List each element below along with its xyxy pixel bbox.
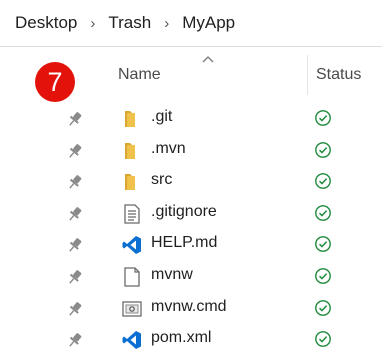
breadcrumb: Desktop › Trash › MyApp <box>0 0 382 47</box>
sync-status-check-icon <box>314 109 332 127</box>
file-name: .gitignore <box>151 202 217 220</box>
vscode-icon <box>121 234 143 256</box>
sync-status-check-icon <box>314 204 332 222</box>
breadcrumb-trash[interactable]: Trash <box>108 13 151 33</box>
folder-icon <box>121 140 143 162</box>
file-row[interactable]: HELP.md <box>0 231 382 262</box>
file-row[interactable]: .gitignore <box>0 200 382 231</box>
step-number-badge: 7 <box>35 62 75 102</box>
pin-icon[interactable] <box>66 236 84 254</box>
file-name: .mvn <box>151 139 186 157</box>
sync-status-check-icon <box>314 141 332 159</box>
column-header-status[interactable]: Status <box>316 66 361 84</box>
pin-icon[interactable] <box>66 173 84 191</box>
file-name: .git <box>151 108 173 125</box>
column-header-name[interactable]: Name <box>118 66 161 84</box>
pin-icon[interactable] <box>66 205 84 223</box>
file-name: mvnw.cmd <box>151 297 227 315</box>
pin-icon[interactable] <box>66 268 84 286</box>
file-row[interactable]: .mvn <box>0 137 382 168</box>
sync-status-check-icon <box>314 235 332 253</box>
sync-status-check-icon <box>314 267 332 285</box>
file-row[interactable]: src <box>0 168 382 199</box>
blank-file-icon <box>121 266 143 288</box>
file-name: HELP.md <box>151 234 218 252</box>
cmd-file-icon <box>121 298 143 320</box>
pin-icon[interactable] <box>66 110 84 128</box>
sync-status-check-icon <box>314 330 332 348</box>
file-name: pom.xml <box>151 329 212 347</box>
file-row[interactable]: mvnw.cmd <box>0 295 382 326</box>
breadcrumb-myapp[interactable]: MyApp <box>182 13 235 33</box>
folder-icon <box>121 171 143 193</box>
file-row[interactable]: mvnw <box>0 263 382 294</box>
breadcrumb-separator-2[interactable]: › <box>164 15 169 32</box>
pin-icon[interactable] <box>66 142 84 160</box>
folder-icon <box>121 108 143 130</box>
file-name: src <box>151 171 173 189</box>
text-file-icon <box>121 203 143 225</box>
breadcrumb-desktop[interactable]: Desktop <box>15 13 77 33</box>
breadcrumb-separator-1[interactable]: › <box>90 15 95 32</box>
sync-status-check-icon <box>314 299 332 317</box>
column-divider[interactable] <box>307 55 308 95</box>
sort-ascending-icon <box>202 56 214 63</box>
file-name: mvnw <box>151 266 193 283</box>
vscode-icon <box>121 329 143 351</box>
file-row[interactable]: pom.xml <box>0 326 382 357</box>
sync-status-check-icon <box>314 172 332 190</box>
file-row[interactable]: .git <box>0 105 382 136</box>
pin-icon[interactable] <box>66 331 84 349</box>
pin-icon[interactable] <box>66 300 84 318</box>
